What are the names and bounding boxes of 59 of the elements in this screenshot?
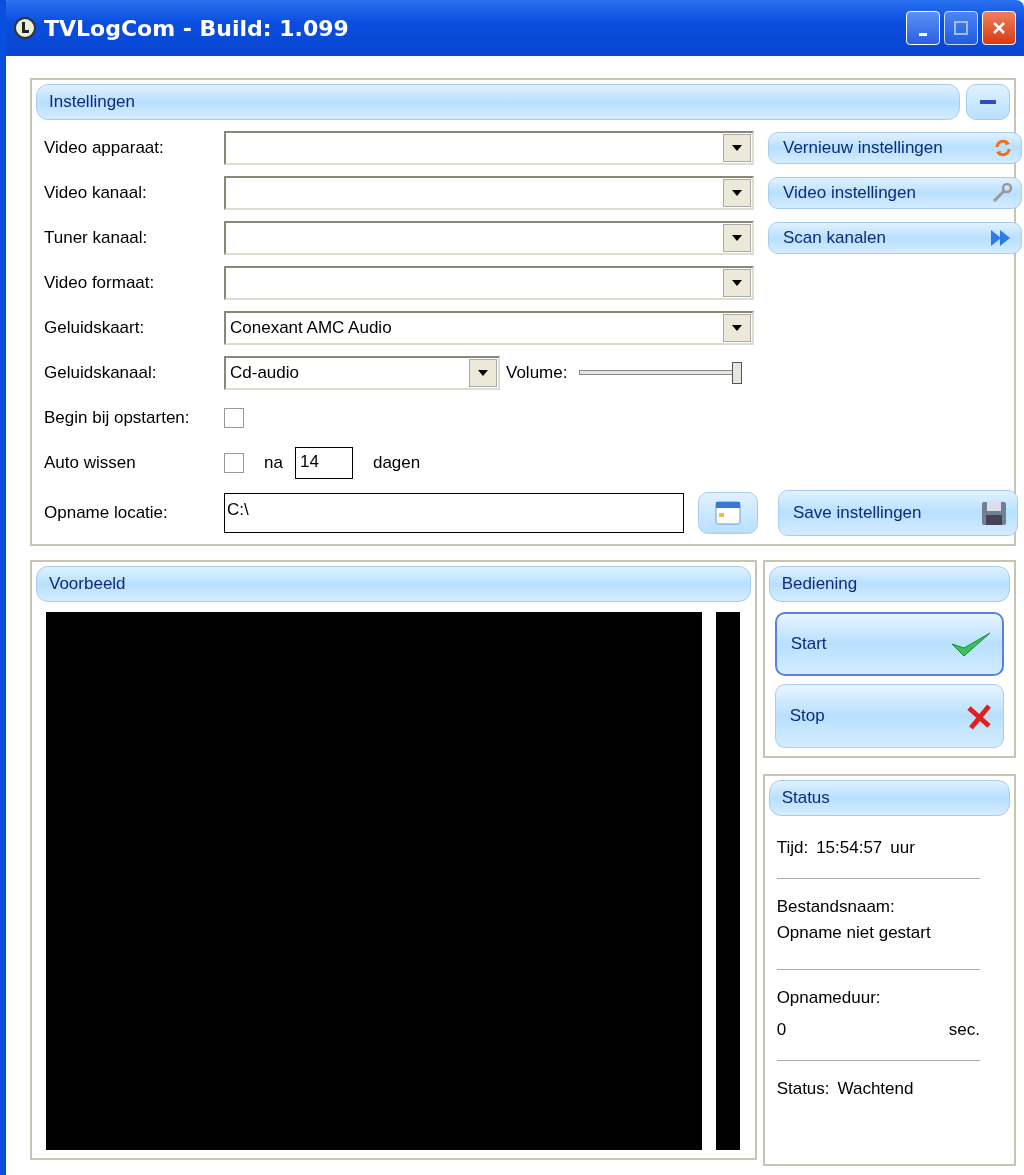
field-label: Tuner kanaal: (44, 228, 149, 248)
dropdown[interactable]: Cd-audio (224, 356, 500, 390)
minimize-button[interactable] (906, 11, 940, 45)
dropdown[interactable]: Conexant AMC Audio (224, 311, 754, 345)
wrench-icon (991, 182, 1013, 204)
time-unit: uur (890, 838, 915, 858)
start-button[interactable]: Start (774, 612, 1004, 676)
dropdown[interactable] (224, 176, 754, 210)
time-label: Tijd: (776, 838, 809, 858)
time-value: 15:54:57 (816, 838, 883, 858)
action-button[interactable]: Video instellingen (768, 177, 1022, 209)
filename-value: Opname niet gestart (776, 923, 932, 943)
browse-button[interactable] (698, 492, 758, 534)
volume-slider[interactable] (579, 361, 744, 385)
dropdown[interactable] (224, 266, 754, 300)
field-label: Video kanaal: (44, 183, 148, 203)
close-icon (992, 21, 1006, 35)
window-icon (715, 501, 741, 525)
cross-icon (965, 702, 993, 730)
volume-label: Volume: (506, 363, 568, 383)
save-button[interactable]: Save instellingen (778, 490, 1018, 536)
field-label: Geluidskaart: (44, 318, 146, 338)
dropdown[interactable] (224, 221, 754, 255)
field-label: Begin bij opstarten: (44, 408, 191, 428)
duration-label: Opnameduur: (776, 988, 882, 1008)
app-icon (14, 17, 36, 39)
field-label: Video formaat: (44, 273, 156, 293)
close-button[interactable] (982, 11, 1016, 45)
stop-button[interactable]: Stop (774, 684, 1004, 748)
minimize-icon (919, 32, 927, 36)
section-title: Status (781, 788, 830, 808)
field-label: Video apparaat: (44, 138, 165, 158)
suffix-label: dagen (372, 453, 421, 473)
section-title: Bediening (781, 574, 858, 594)
action-button[interactable]: Vernieuw instellingen (768, 132, 1022, 164)
field-label: Opname locatie: (44, 503, 169, 523)
window-title: TVLogCom - Build: 1.099 (44, 15, 349, 41)
minus-icon (980, 100, 996, 104)
prefix-label: na (264, 453, 283, 473)
status-value: Wachtend (837, 1079, 914, 1099)
maximize-button[interactable] (944, 11, 978, 45)
days-field[interactable]: 14 (294, 447, 353, 479)
checkbox[interactable] (224, 408, 244, 428)
field-label: Auto wissen (44, 453, 137, 473)
refresh-icon (993, 138, 1013, 158)
path-field[interactable]: C:\ (224, 493, 684, 533)
duration-unit: sec. (948, 1020, 980, 1040)
dropdown[interactable] (224, 131, 754, 165)
maximize-icon (954, 21, 968, 35)
checkbox[interactable] (224, 453, 244, 473)
filename-label: Bestandsnaam: (776, 897, 896, 917)
status-label: Status: (776, 1079, 830, 1099)
section-title: Instellingen (49, 92, 135, 112)
checkmark-icon (950, 630, 992, 658)
section-title: Voorbeeld (49, 574, 126, 594)
collapse-button[interactable] (966, 84, 1010, 120)
action-button[interactable]: Scan kanalen (768, 222, 1022, 254)
field-label: Geluidskanaal: (44, 363, 158, 383)
duration-value: 0 (776, 1020, 787, 1040)
